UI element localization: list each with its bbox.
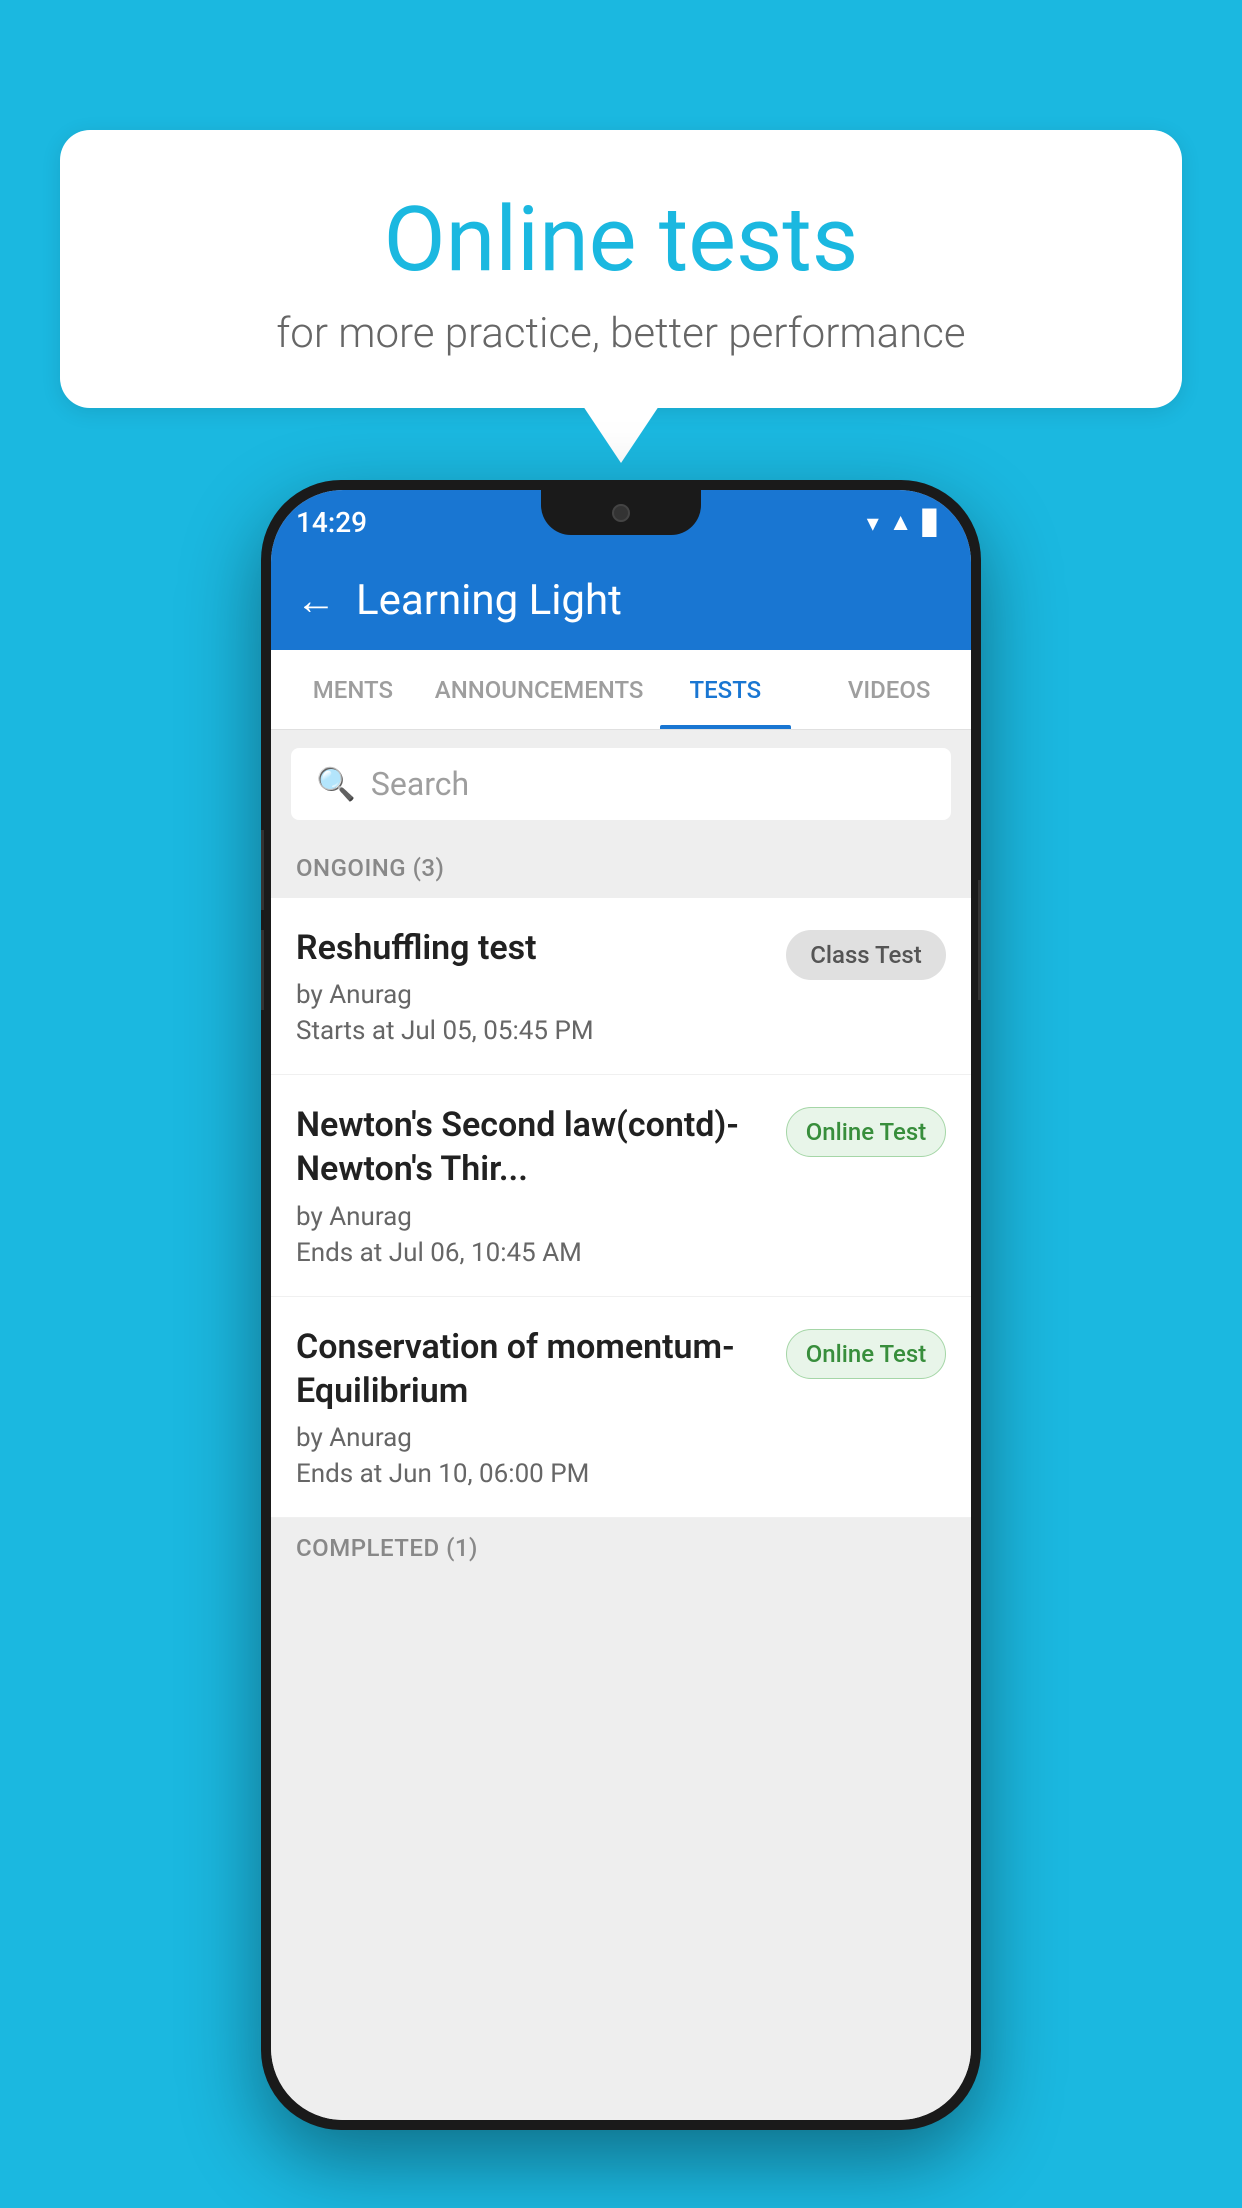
test-name: Reshuffling test: [296, 926, 771, 970]
status-icons: ▾ ▲ ▊: [867, 508, 941, 537]
power-button: [978, 880, 981, 1000]
screen-content: 🔍 Search ONGOING (3) Reshuffling test by…: [271, 730, 971, 2120]
phone-outer-shell: 14:29 ▾ ▲ ▊ ← Learning Light MENTS ANNOU…: [261, 480, 981, 2130]
online-test-badge: Online Test: [786, 1107, 946, 1157]
search-container: 🔍 Search: [271, 730, 971, 838]
search-icon: 🔍: [316, 765, 356, 803]
front-camera: [612, 504, 630, 522]
test-name: Newton's Second law(contd)-Newton's Thir…: [296, 1103, 771, 1191]
battery-icon: ▊: [923, 509, 941, 537]
tab-assignments[interactable]: MENTS: [271, 650, 435, 729]
test-item[interactable]: Newton's Second law(contd)-Newton's Thir…: [271, 1075, 971, 1296]
test-author: by Anurag: [296, 1202, 771, 1232]
phone-screen: 14:29 ▾ ▲ ▊ ← Learning Light MENTS ANNOU…: [271, 490, 971, 2120]
test-info: Conservation of momentum-Equilibrium by …: [296, 1325, 771, 1489]
tab-videos[interactable]: VIDEOS: [807, 650, 971, 729]
class-test-badge: Class Test: [786, 930, 946, 980]
volume-up-button: [261, 830, 264, 910]
status-time: 14:29: [296, 506, 367, 539]
bubble-title: Online tests: [140, 190, 1102, 289]
wifi-icon: ▾: [867, 509, 879, 537]
search-input[interactable]: 🔍 Search: [291, 748, 951, 820]
test-item[interactable]: Conservation of momentum-Equilibrium by …: [271, 1297, 971, 1518]
signal-icon: ▲: [889, 508, 913, 537]
test-info: Newton's Second law(contd)-Newton's Thir…: [296, 1103, 771, 1267]
test-time: Ends at Jun 10, 06:00 PM: [296, 1459, 771, 1489]
test-name: Conservation of momentum-Equilibrium: [296, 1325, 771, 1413]
ongoing-section-header: ONGOING (3): [271, 838, 971, 898]
tab-tests[interactable]: TESTS: [643, 650, 807, 729]
test-item[interactable]: Reshuffling test by Anurag Starts at Jul…: [271, 898, 971, 1075]
app-title: Learning Light: [356, 576, 622, 625]
phone-mockup: 14:29 ▾ ▲ ▊ ← Learning Light MENTS ANNOU…: [261, 480, 981, 2130]
ongoing-label: ONGOING (3): [296, 854, 444, 882]
completed-section-header: COMPLETED (1): [271, 1518, 971, 1578]
tab-announcements[interactable]: ANNOUNCEMENTS: [435, 650, 644, 729]
test-time: Ends at Jul 06, 10:45 AM: [296, 1238, 771, 1268]
app-header: ← Learning Light: [271, 550, 971, 650]
phone-notch: [541, 490, 701, 535]
test-list: Reshuffling test by Anurag Starts at Jul…: [271, 898, 971, 1518]
tabs-bar: MENTS ANNOUNCEMENTS TESTS VIDEOS: [271, 650, 971, 730]
online-test-badge: Online Test: [786, 1329, 946, 1379]
test-author: by Anurag: [296, 1423, 771, 1453]
speech-bubble-container: Online tests for more practice, better p…: [60, 130, 1182, 408]
search-placeholder-text: Search: [371, 765, 469, 803]
speech-bubble: Online tests for more practice, better p…: [60, 130, 1182, 408]
test-info: Reshuffling test by Anurag Starts at Jul…: [296, 926, 771, 1046]
completed-label: COMPLETED (1): [296, 1534, 478, 1562]
test-author: by Anurag: [296, 980, 771, 1010]
test-time: Starts at Jul 05, 05:45 PM: [296, 1016, 771, 1046]
back-button[interactable]: ←: [296, 577, 336, 624]
volume-down-button: [261, 930, 264, 1010]
bubble-subtitle: for more practice, better performance: [140, 309, 1102, 358]
